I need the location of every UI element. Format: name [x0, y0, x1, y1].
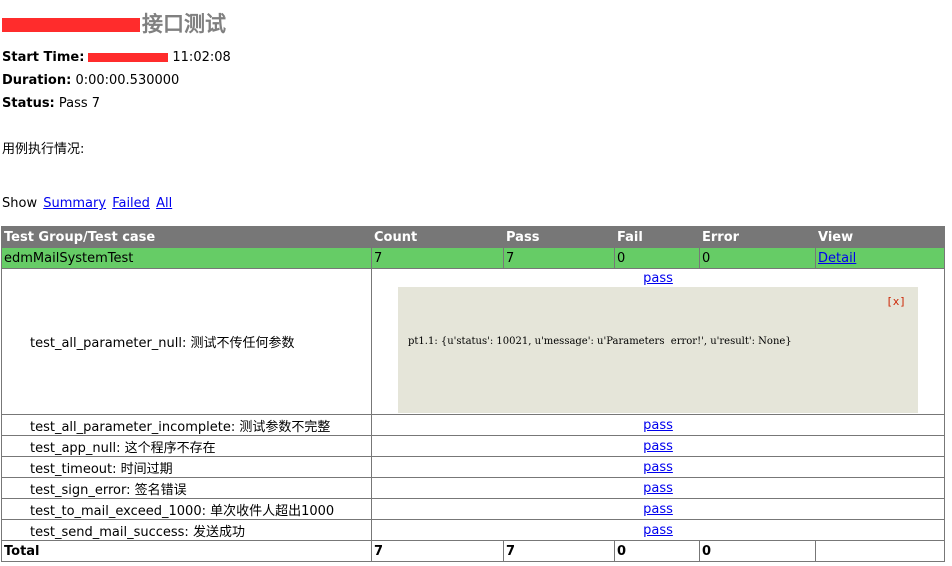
case-name: test_sign_error: 签名错误	[1, 477, 372, 499]
total-pass: 7	[503, 540, 615, 562]
case-result-cell: pass	[371, 477, 945, 499]
group-count: 7	[371, 247, 504, 269]
report-title: 接口测试	[2, 8, 226, 38]
column-header: Pass	[503, 226, 615, 248]
group-fail: 0	[614, 247, 700, 269]
case-result-cell: pass	[371, 414, 945, 436]
output-popup: [x] pt1.1: {u'status': 10021, u'message'…	[398, 287, 918, 413]
pass-link[interactable]: pass	[643, 523, 673, 538]
close-popup-button[interactable]: [x]	[886, 295, 906, 308]
case-name: test_all_parameter_incomplete: 测试参数不完整	[1, 414, 372, 436]
status-value: Pass 7	[58, 96, 101, 111]
column-header: Count	[371, 226, 504, 248]
case-result-cell: pass	[371, 456, 945, 478]
report-description: 用例执行情况:	[2, 142, 85, 157]
column-header: Fail	[614, 226, 700, 248]
status-label: Status:	[2, 96, 55, 111]
pass-link[interactable]: pass	[643, 439, 673, 454]
total-count: 7	[371, 540, 504, 562]
table-row: test_all_parameter_incomplete: 测试参数不完整 p…	[1, 414, 945, 436]
group-name: edmMailSystemTest	[1, 247, 372, 269]
duration-value: 0:00:00.530000	[75, 73, 180, 88]
table-row: test_timeout: 时间过期 pass	[1, 456, 945, 478]
total-fail: 0	[614, 540, 700, 562]
output-text: pt1.1: {u'status': 10021, u'message': u'…	[408, 336, 792, 347]
table-row: test_to_mail_exceed_1000: 单次收件人超出1000 pa…	[1, 498, 945, 520]
total-row: Total 7 7 0 0	[1, 540, 945, 562]
start-time-label: Start Time:	[2, 50, 85, 65]
case-name: test_to_mail_exceed_1000: 单次收件人超出1000	[1, 498, 372, 520]
pass-link[interactable]: pass	[643, 271, 673, 286]
filter-bar: Show Summary Failed All	[2, 196, 172, 211]
duration-line: Duration: 0:00:00.530000	[2, 73, 179, 88]
filter-label: Show	[2, 196, 38, 211]
total-label: Total	[1, 540, 372, 562]
group-pass: 7	[503, 247, 615, 269]
pass-link[interactable]: pass	[643, 460, 673, 475]
redaction-block	[88, 53, 169, 62]
total-error: 0	[699, 540, 816, 562]
column-header: View	[815, 226, 945, 248]
group-row: edmMailSystemTest 7 7 0 0 Detail	[1, 247, 945, 269]
status-line: Status: Pass 7	[2, 96, 100, 111]
redaction-block	[2, 18, 140, 32]
table-row: test_send_mail_success: 发送成功 pass	[1, 519, 945, 541]
case-name: test_app_null: 这个程序不存在	[1, 435, 372, 457]
result-table: Test Group/Test case Count Pass Fail Err…	[1, 226, 945, 562]
column-header: Error	[699, 226, 816, 248]
pass-link[interactable]: pass	[643, 481, 673, 496]
start-time-value: 11:02:08	[172, 50, 231, 65]
duration-label: Duration:	[2, 73, 72, 88]
table-row: test_app_null: 这个程序不存在 pass	[1, 435, 945, 457]
table-row: test_sign_error: 签名错误 pass	[1, 477, 945, 499]
column-header: Test Group/Test case	[1, 226, 372, 248]
group-error: 0	[699, 247, 816, 269]
case-name: test_all_parameter_null: 测试不传任何参数	[1, 268, 372, 415]
table-row: test_all_parameter_null: 测试不传任何参数 pass […	[1, 268, 945, 415]
all-link[interactable]: All	[156, 196, 172, 211]
summary-link[interactable]: Summary	[43, 196, 106, 211]
case-name: test_timeout: 时间过期	[1, 456, 372, 478]
detail-link[interactable]: Detail	[818, 251, 856, 266]
pass-link[interactable]: pass	[643, 418, 673, 433]
failed-link[interactable]: Failed	[112, 196, 150, 211]
case-result-cell: pass	[371, 519, 945, 541]
case-result-cell: pass [x] pt1.1: {u'status': 10021, u'mes…	[371, 268, 945, 415]
case-result-cell: pass	[371, 498, 945, 520]
pass-link[interactable]: pass	[643, 502, 673, 517]
table-header-row: Test Group/Test case Count Pass Fail Err…	[1, 226, 945, 248]
total-view	[815, 540, 945, 562]
case-name: test_send_mail_success: 发送成功	[1, 519, 372, 541]
report-title-text: 接口测试	[142, 12, 226, 36]
group-view-cell: Detail	[815, 247, 945, 269]
case-result-cell: pass	[371, 435, 945, 457]
start-time-line: Start Time: 11:02:08	[2, 50, 231, 65]
